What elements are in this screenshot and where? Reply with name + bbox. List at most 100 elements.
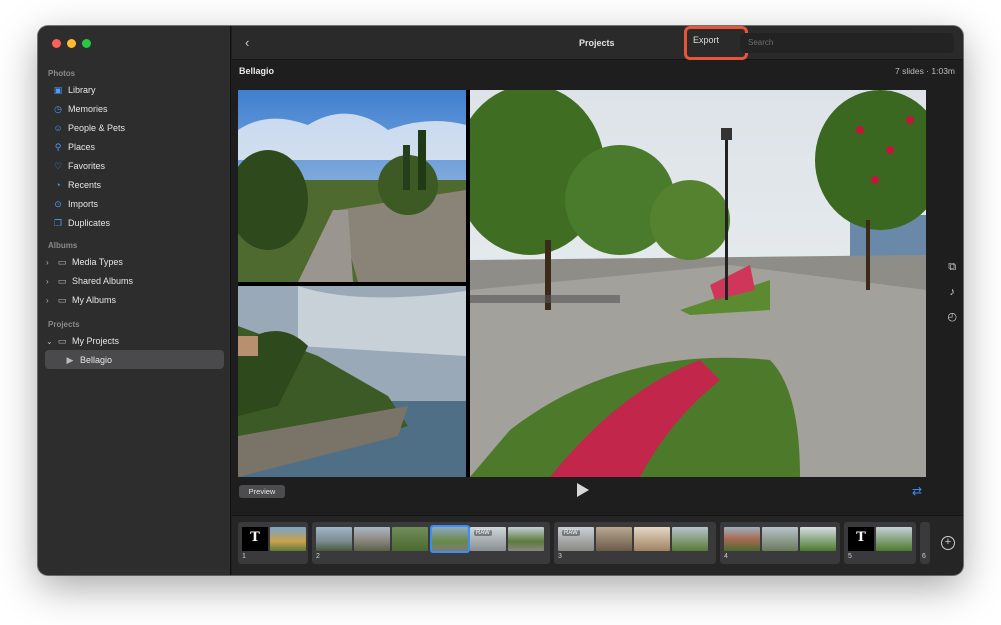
slide-group-6[interactable]: 6 bbox=[920, 522, 930, 564]
heart-icon: ♡ bbox=[53, 160, 63, 171]
group-number: 2 bbox=[316, 553, 320, 560]
group-number: 1 bbox=[242, 553, 246, 560]
slide-group-1[interactable]: T 1 bbox=[238, 522, 308, 564]
photo-thumb[interactable] bbox=[800, 527, 836, 551]
clock-icon: ◔ bbox=[55, 180, 61, 190]
slide-group-4[interactable]: 4 bbox=[720, 522, 840, 564]
sidebar-item-my-projects[interactable]: ⌄ ▭ My Projects bbox=[46, 332, 119, 350]
photo-promenade[interactable] bbox=[470, 90, 926, 477]
search-placeholder: Search bbox=[748, 38, 774, 47]
title-slide-thumb[interactable]: T bbox=[848, 527, 874, 551]
minimize-window-button[interactable] bbox=[67, 39, 76, 48]
photo-thumb[interactable] bbox=[762, 527, 798, 551]
group-number: 4 bbox=[724, 553, 728, 560]
photo-thumb-selected[interactable] bbox=[430, 525, 470, 553]
sidebar-item-memories[interactable]: ◷ Memories bbox=[52, 100, 108, 118]
sidebar-item-favorites[interactable]: ♡ Favorites bbox=[52, 157, 105, 175]
folder-icon: ▭ bbox=[57, 294, 67, 305]
music-icon[interactable]: ♪ bbox=[949, 286, 955, 298]
folder-icon: ▭ bbox=[57, 335, 67, 346]
photo-thumb[interactable] bbox=[354, 527, 390, 551]
sidebar-item-media-types[interactable]: › ▭ Media Types bbox=[46, 253, 123, 271]
slideshow-icon: ▶ bbox=[66, 354, 74, 365]
sidebar-item-people-pets[interactable]: ☺ People & Pets bbox=[52, 119, 125, 137]
photo-thumb[interactable] bbox=[316, 527, 352, 551]
window-controls bbox=[52, 39, 91, 48]
group-number: 6 bbox=[922, 553, 926, 560]
group-number: 5 bbox=[848, 553, 852, 560]
loop-icon[interactable]: ⇄ bbox=[912, 484, 922, 498]
sidebar-item-recents[interactable]: ◔ Recents bbox=[52, 176, 101, 194]
photo-thumb-raw[interactable]: RAW bbox=[470, 527, 506, 551]
sidebar-item-shared-albums[interactable]: › ▭ Shared Albums bbox=[46, 272, 133, 290]
places-icon: ⚲ bbox=[54, 141, 62, 152]
sidebar-item-label: Imports bbox=[68, 199, 99, 209]
slide-tools: ⧉ ♪ ◴ bbox=[947, 261, 957, 323]
photo-garden-path[interactable] bbox=[238, 90, 466, 282]
add-slide-button[interactable]: + bbox=[941, 536, 955, 550]
photo-thumb[interactable] bbox=[672, 527, 708, 551]
sidebar-item-label: My Projects bbox=[72, 336, 120, 346]
sidebar-item-label: My Albums bbox=[72, 295, 117, 305]
section-label-albums: Albums bbox=[48, 241, 78, 250]
sidebar-item-label: Library bbox=[68, 85, 96, 95]
duration-icon[interactable]: ◴ bbox=[947, 310, 957, 323]
sidebar-item-label: Bellagio bbox=[80, 355, 113, 365]
library-icon: ▣ bbox=[53, 84, 63, 95]
photos-window: Photos ▣ Library ◷ Memories ☺ People & P… bbox=[38, 26, 963, 575]
sidebar-item-my-albums[interactable]: › ▭ My Albums bbox=[46, 291, 116, 309]
themes-icon[interactable]: ⧉ bbox=[948, 261, 956, 274]
slide-group-2[interactable]: RAW 2 bbox=[312, 522, 550, 564]
sidebar-item-library[interactable]: ▣ Library bbox=[52, 81, 96, 99]
photo-lake-shore[interactable] bbox=[238, 286, 466, 477]
photo-thumb[interactable] bbox=[596, 527, 632, 551]
chevron-right-icon[interactable]: › bbox=[46, 258, 54, 267]
sidebar-item-label: People & Pets bbox=[68, 123, 126, 133]
sidebar-item-imports[interactable]: ⊙ Imports bbox=[52, 195, 98, 213]
search-field[interactable]: Search bbox=[740, 33, 954, 53]
slide-group-5[interactable]: T 5 bbox=[844, 522, 916, 564]
sidebar: Photos ▣ Library ◷ Memories ☺ People & P… bbox=[38, 26, 231, 575]
page-title: Projects bbox=[579, 38, 615, 48]
slide-count-duration: 7 slides · 1:03m bbox=[895, 66, 955, 76]
preview-button[interactable]: Preview bbox=[239, 485, 285, 498]
title-slide-thumb[interactable]: T bbox=[242, 527, 268, 551]
photo-thumb[interactable] bbox=[392, 527, 428, 551]
sidebar-item-places[interactable]: ⚲ Places bbox=[52, 138, 95, 156]
memories-icon: ◷ bbox=[54, 103, 62, 114]
folder-icon: ▭ bbox=[57, 256, 67, 267]
sidebar-item-label: Favorites bbox=[68, 161, 106, 171]
photo-thumb[interactable] bbox=[508, 527, 544, 551]
duplicates-icon: ❐ bbox=[53, 217, 63, 228]
raw-badge: RAW bbox=[474, 530, 492, 536]
slide-group-3[interactable]: RAW 3 bbox=[554, 522, 716, 564]
sidebar-item-duplicates[interactable]: ❐ Duplicates bbox=[52, 214, 110, 232]
play-icon[interactable] bbox=[577, 483, 589, 497]
sidebar-item-label: Media Types bbox=[72, 257, 123, 267]
photo-thumb-raw[interactable]: RAW bbox=[558, 527, 594, 551]
section-label-photos: Photos bbox=[48, 69, 76, 78]
shared-folder-icon: ▭ bbox=[57, 275, 67, 286]
close-window-button[interactable] bbox=[52, 39, 61, 48]
section-label-projects: Projects bbox=[48, 320, 80, 329]
chevron-right-icon[interactable]: › bbox=[46, 277, 54, 286]
export-button[interactable]: Export bbox=[693, 35, 719, 45]
sidebar-item-label: Places bbox=[68, 142, 96, 152]
filmstrip: T 1 RAW 2 RAW 3 4 T 5 6 + bbox=[232, 515, 963, 575]
people-icon: ☺ bbox=[53, 123, 63, 133]
back-chevron-icon[interactable]: ‹ bbox=[245, 35, 249, 50]
zoom-window-button[interactable] bbox=[82, 39, 91, 48]
photo-thumb[interactable] bbox=[724, 527, 760, 551]
sidebar-item-label: Duplicates bbox=[68, 218, 111, 228]
sidebar-item-label: Shared Albums bbox=[72, 276, 134, 286]
group-number: 3 bbox=[558, 553, 562, 560]
photo-thumb[interactable] bbox=[634, 527, 670, 551]
chevron-right-icon[interactable]: › bbox=[46, 296, 54, 305]
sidebar-item-bellagio[interactable]: ▶ Bellagio bbox=[64, 351, 113, 369]
chevron-down-icon[interactable]: ⌄ bbox=[46, 337, 54, 346]
toolbar: ‹ Projects Export Search bbox=[232, 26, 963, 60]
photo-thumb[interactable] bbox=[876, 527, 912, 551]
photo-thumb[interactable] bbox=[270, 527, 306, 551]
sidebar-item-label: Memories bbox=[68, 104, 108, 114]
slide-preview[interactable] bbox=[238, 90, 926, 477]
